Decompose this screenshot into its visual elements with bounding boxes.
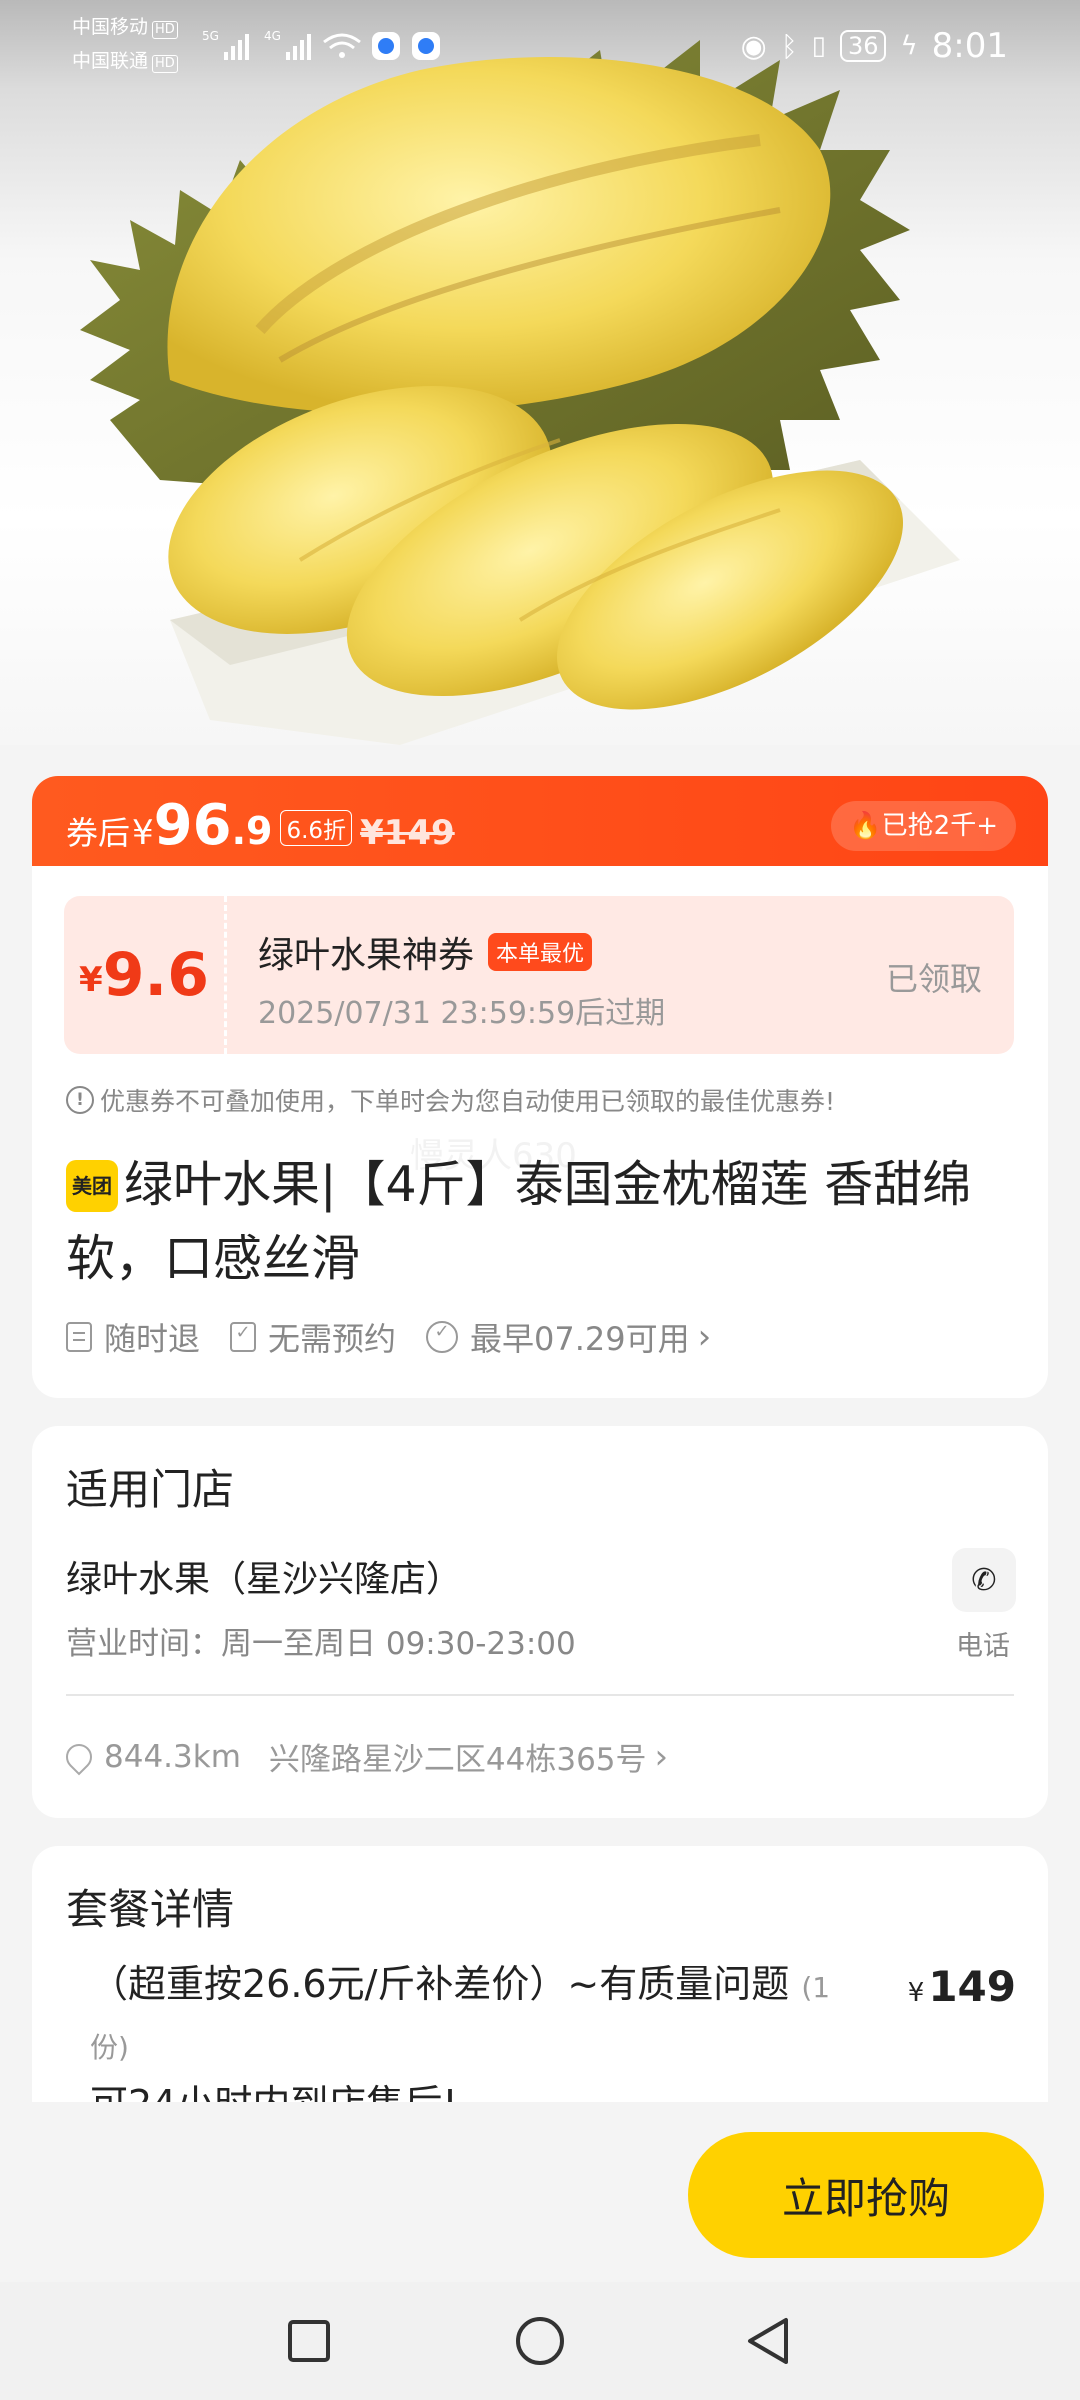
- durian-illustration: [80, 40, 960, 745]
- chevron-right-icon: ›: [654, 1736, 669, 1777]
- best-deal-tag: 本单最优: [488, 933, 593, 971]
- phone-button[interactable]: ✆: [952, 1548, 1016, 1612]
- info-icon: !: [66, 1086, 94, 1114]
- bluetooth-icon: ᛒ: [780, 29, 798, 63]
- store-address[interactable]: 844.3km 兴隆路星沙二区44栋365号 ›: [60, 1734, 669, 1779]
- feature-no-reservation: 无需预约: [230, 1314, 396, 1360]
- price-banner: 券后 ¥ 96 .9 6.6折 ¥149 🔥已抢2千+: [32, 776, 1048, 876]
- status-bar: 中国移动 HD 中国联通 HD 5G 4G ◉ ᛒ ▯ 36 ϟ 8:01: [0, 0, 1080, 90]
- buy-now-button[interactable]: 立即抢购: [688, 2132, 1044, 2258]
- vibrate-icon: ▯: [811, 31, 826, 61]
- eye-icon: ◉: [740, 28, 767, 64]
- coupon-card[interactable]: ¥9.6 绿叶水果神券 本单最优 2025/07/31 23:59:59后过期 …: [64, 896, 1014, 1054]
- discount-badge: 6.6折: [280, 810, 353, 846]
- store-hours: 营业时间：周一至周日 09:30-23:00: [66, 1626, 576, 1662]
- coupon-status: 已领取: [885, 960, 982, 998]
- product-title: 美团 绿叶水果|【4斤】泰国金枕榴莲 香甜绵软，口感丝滑: [66, 1156, 972, 1287]
- product-hero-image: 中国移动 HD 中国联通 HD 5G 4G ◉ ᛒ ▯ 36 ϟ 8:01: [0, 0, 1080, 745]
- feature-list: 随时退 无需预约 最早07.29可用 ›: [66, 1314, 741, 1360]
- package-section-title: 套餐详情: [66, 1885, 235, 1934]
- fire-icon: 🔥: [849, 811, 882, 841]
- calendar-check-icon: [230, 1322, 257, 1352]
- coupon-expiry: 2025/07/31 23:59:59后过期: [258, 996, 666, 1031]
- signal-icons: 5G 4G: [202, 29, 440, 60]
- back-button[interactable]: [742, 2314, 796, 2368]
- recent-apps-button[interactable]: [282, 2314, 336, 2368]
- price-decimal: .9: [231, 809, 273, 853]
- feature-refund: 随时退: [66, 1314, 200, 1360]
- store-section-title: 适用门店: [66, 1465, 235, 1514]
- original-price: ¥149: [360, 813, 455, 853]
- divider: [66, 1694, 1014, 1696]
- carrier-1: 中国移动 HD: [72, 16, 178, 39]
- deal-card: ¥9.6 绿叶水果神券 本单最优 2025/07/31 23:59:59后过期 …: [32, 866, 1048, 1398]
- price-currency: ¥: [132, 813, 154, 853]
- distance: 844.3km: [104, 1738, 241, 1775]
- net-type-2: 4G: [264, 29, 281, 43]
- home-button[interactable]: [513, 2314, 567, 2368]
- charging-icon: ϟ: [900, 31, 918, 61]
- clock: 8:01: [931, 26, 1008, 66]
- coupon-name: 绿叶水果神券 本单最优: [258, 926, 593, 978]
- feature-earliest-date[interactable]: 最早07.29可用 ›: [426, 1314, 711, 1360]
- battery-indicator: 36: [839, 30, 887, 62]
- address-text: 兴隆路星沙二区44栋365号: [268, 1742, 647, 1778]
- meituan-logo: 美团: [66, 1160, 118, 1212]
- status-right: ◉ ᛒ ▯ 36 ϟ 8:01: [741, 24, 1008, 68]
- store-card: 适用门店 绿叶水果（星沙兴隆店） 营业时间：周一至周日 09:30-23:00 …: [32, 1426, 1048, 1818]
- after-coupon-label: 券后: [66, 814, 131, 852]
- chevron-right-icon: ›: [697, 1317, 712, 1357]
- carrier-2: 中国联通 HD: [72, 50, 178, 73]
- package-card: 套餐详情 （超重按26.6元/斤补差价）~有质量问题 (1 份) 可24小时内到…: [32, 1846, 1048, 2102]
- check-circle-icon: [426, 1321, 459, 1353]
- coupon-notice: ! 优惠券不可叠加使用，下单时会为您自动使用已领取的最佳优惠券!: [66, 1082, 835, 1118]
- grabbed-count-badge: 🔥已抢2千+: [831, 801, 1016, 851]
- package-price: ¥149: [907, 1962, 1016, 2011]
- phone-icon: ✆: [971, 1562, 997, 1598]
- location-pin-icon: [60, 1738, 98, 1775]
- store-name[interactable]: 绿叶水果（星沙兴隆店）: [66, 1550, 462, 1602]
- coupon-amount: ¥9.6: [64, 896, 227, 1054]
- system-nav-bar: [0, 2282, 1080, 2400]
- document-icon: [66, 1322, 92, 1352]
- price-integer: 96: [153, 793, 232, 858]
- net-type-1: 5G: [202, 29, 219, 43]
- phone-label[interactable]: 电话: [956, 1624, 1010, 1663]
- package-item: （超重按26.6元/斤补差价）~有质量问题 (1 份) 可24小时内到店售后!: [90, 1962, 831, 2102]
